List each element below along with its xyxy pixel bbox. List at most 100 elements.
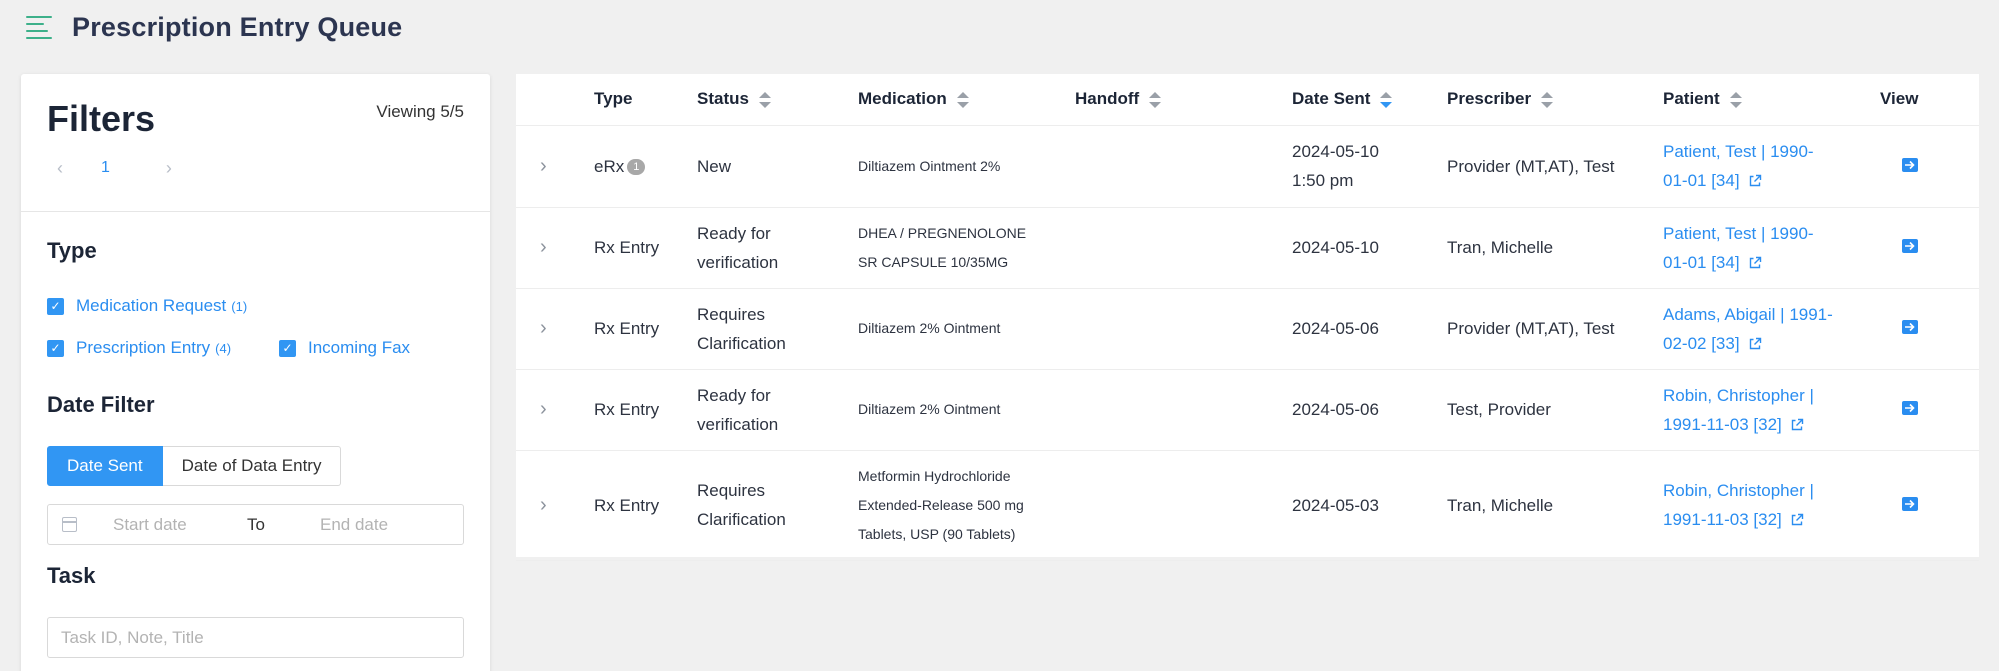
date-filter-title: Date Filter	[47, 392, 155, 417]
type-cell: Rx Entry	[594, 207, 697, 289]
page-number[interactable]: 1	[101, 159, 110, 177]
sort-icon[interactable]	[1149, 91, 1162, 108]
filters-title: Filters	[47, 98, 156, 139]
sort-icon[interactable]	[758, 91, 771, 108]
view-button[interactable]	[1902, 401, 1918, 415]
end-date-input[interactable]	[320, 505, 450, 544]
external-link-icon	[1791, 418, 1803, 430]
handoff-cell	[1075, 288, 1292, 370]
expand-chevron-icon[interactable]: ›	[516, 494, 547, 516]
col-handoff[interactable]: Handoff	[1075, 74, 1292, 126]
date-filter-toggle: Date Sent Date of Data Entry	[47, 446, 342, 486]
col-expand	[516, 74, 594, 126]
sort-icon[interactable]	[956, 91, 969, 108]
col-date-sent[interactable]: Date Sent	[1292, 74, 1447, 126]
pager: ‹ 1 ›	[57, 156, 172, 180]
handoff-cell	[1075, 125, 1292, 208]
calendar-icon	[62, 517, 77, 532]
view-cell	[1880, 125, 1979, 208]
table-row[interactable]: › Rx Entry Ready for verification DHEA / …	[516, 207, 1979, 289]
patient-cell: Adams, Abigail | 1991- 02-02 [33]	[1663, 288, 1880, 370]
prescription-table-card: Type Status Medication Handoff Date Sent…	[516, 74, 1979, 561]
table-row[interactable]: › Rx Entry Requires Clarification Metform…	[516, 450, 1979, 561]
prescriber-cell: Tran, Michelle	[1447, 450, 1663, 561]
col-medication[interactable]: Medication	[858, 74, 1075, 126]
type-cell: eRx 1	[594, 125, 697, 208]
date-range-picker: To	[47, 504, 464, 545]
prescriber-cell: Test, Provider	[1447, 369, 1663, 451]
checkbox-incoming-fax[interactable]: ✓ Incoming Fax	[279, 338, 410, 358]
checkbox-label: Prescription Entry	[76, 338, 211, 357]
patient-link[interactable]: Robin, Christopher | 1991-11-03 [32]	[1663, 476, 1880, 534]
date-sent-cell: 2024-05-10	[1292, 207, 1447, 289]
tab-date-of-data-entry[interactable]: Date of Data Entry	[162, 446, 342, 486]
viewing-count: Viewing 5/5	[376, 102, 464, 121]
external-link-icon	[1749, 174, 1761, 187]
type-cell: Rx Entry	[594, 369, 697, 451]
task-search-input[interactable]	[47, 617, 464, 658]
expand-chevron-icon[interactable]: ›	[516, 398, 547, 420]
view-button[interactable]	[1902, 157, 1918, 172]
page-title: Prescription Entry Queue	[72, 12, 403, 42]
col-status[interactable]: Status	[697, 74, 858, 126]
patient-link[interactable]: Robin, Christopher | 1991-11-03 [32]	[1663, 381, 1880, 439]
medication-cell: Diltiazem Ointment 2%	[858, 125, 1075, 208]
date-sent-cell: 2024-05-10 1:50 pm	[1292, 125, 1447, 208]
external-link-icon	[1749, 337, 1761, 349]
checkbox-count: (4)	[215, 340, 232, 356]
medication-cell: DHEA / PREGNENOLONE SR CAPSULE 10/35MG	[858, 207, 1075, 289]
external-link-icon	[1749, 256, 1761, 268]
status-cell: Ready for verification	[697, 207, 858, 289]
top-bar: Prescription Entry Queue	[0, 0, 1999, 56]
type-cell: Rx Entry	[594, 450, 697, 561]
status-cell: Requires Clarification	[697, 288, 858, 370]
chevron-right-icon[interactable]: ›	[166, 158, 172, 179]
medication-cell: Diltiazem 2% Ointment	[858, 288, 1075, 370]
table-row[interactable]: › eRx 1 New Diltiazem Ointment 2% 2024-05…	[516, 125, 1979, 208]
patient-link[interactable]: Adams, Abigail | 1991- 02-02 [33]	[1663, 300, 1880, 358]
col-view: View	[1880, 74, 1979, 126]
view-button[interactable]	[1902, 239, 1918, 253]
tab-date-sent[interactable]: Date Sent	[47, 446, 163, 486]
patient-cell: Patient, Test | 1990- 01-01 [34]	[1663, 125, 1880, 208]
checkmark-icon: ✓	[47, 297, 64, 315]
status-cell: New	[697, 125, 858, 208]
checkbox-medication-request[interactable]: ✓ Medication Request (1)	[47, 296, 247, 316]
expand-chevron-icon[interactable]: ›	[516, 155, 547, 177]
handoff-cell	[1075, 369, 1292, 451]
view-cell	[1880, 369, 1979, 451]
prescription-table: Type Status Medication Handoff Date Sent…	[516, 74, 1979, 561]
expand-chevron-icon[interactable]: ›	[516, 317, 547, 339]
checkmark-icon: ✓	[47, 339, 64, 357]
sort-icon[interactable]	[1729, 91, 1742, 108]
patient-cell: Robin, Christopher | 1991-11-03 [32]	[1663, 369, 1880, 451]
patient-link[interactable]: Patient, Test | 1990- 01-01 [34]	[1663, 137, 1880, 195]
view-cell	[1880, 288, 1979, 370]
col-patient[interactable]: Patient	[1663, 74, 1880, 126]
table-header-row: Type Status Medication Handoff Date Sent…	[516, 74, 1979, 126]
status-cell: Ready for verification	[697, 369, 858, 451]
medication-cell: Metformin Hydrochloride Extended-Release …	[858, 450, 1075, 561]
checkbox-prescription-entry[interactable]: ✓ Prescription Entry (4)	[47, 338, 231, 358]
view-cell	[1880, 450, 1979, 561]
filters-panel: Filters Viewing 5/5 ‹ 1 › Type ✓ Medicat…	[21, 74, 490, 671]
type-cell: Rx Entry	[594, 288, 697, 370]
view-button[interactable]	[1902, 320, 1918, 334]
checkmark-icon: ✓	[279, 339, 296, 357]
table-row[interactable]: › Rx Entry Ready for verification Diltiaz…	[516, 369, 1979, 451]
col-prescriber[interactable]: Prescriber	[1447, 74, 1663, 126]
chevron-left-icon[interactable]: ‹	[57, 158, 63, 179]
handoff-cell	[1075, 450, 1292, 561]
expand-chevron-icon[interactable]: ›	[516, 236, 547, 258]
external-link-icon	[1791, 513, 1803, 526]
sort-icon[interactable]	[1541, 91, 1554, 108]
patient-cell: Robin, Christopher | 1991-11-03 [32]	[1663, 450, 1880, 561]
date-sent-cell: 2024-05-03	[1292, 450, 1447, 561]
menu-icon[interactable]	[26, 16, 52, 39]
sort-desc-icon[interactable]	[1380, 91, 1393, 108]
start-date-input[interactable]	[113, 505, 233, 544]
status-cell: Requires Clarification	[697, 450, 858, 561]
view-button[interactable]	[1902, 496, 1918, 511]
patient-link[interactable]: Patient, Test | 1990- 01-01 [34]	[1663, 219, 1880, 277]
table-row[interactable]: › Rx Entry Requires Clarification Diltiaz…	[516, 288, 1979, 370]
